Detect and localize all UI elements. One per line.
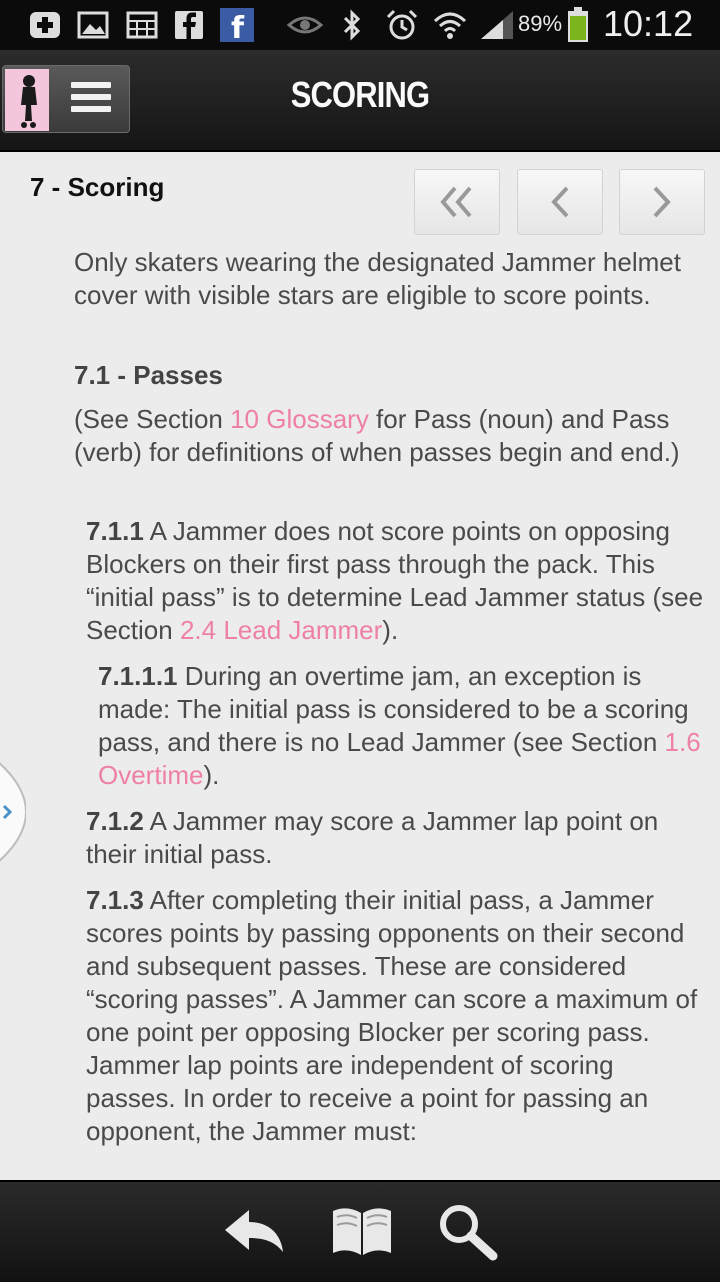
- calendar-icon: [125, 9, 159, 41]
- see-section-paragraph: (See Section 10 Glossary for Pass (noun)…: [74, 403, 716, 469]
- book-icon: [333, 1208, 391, 1255]
- battery-icon: [566, 7, 590, 42]
- page-title: SCORING: [290, 74, 430, 115]
- rule-7-1-1: 7.1.1 A Jammer does not score points on …: [86, 515, 706, 647]
- search-icon: [440, 1205, 498, 1261]
- rule-7-1-3: 7.1.3 After completing their initial pas…: [86, 884, 706, 1148]
- rule-text: During an overtime jam, an exception is …: [98, 661, 689, 757]
- rule-text: A Jammer may score a Jammer lap point on…: [86, 806, 659, 869]
- first-page-button[interactable]: [414, 169, 500, 235]
- rule-7-1-2: 7.1.2 A Jammer may score a Jammer lap po…: [86, 805, 706, 871]
- battery-percentage: 89%: [518, 11, 563, 36]
- image-icon: [76, 9, 110, 41]
- eye-icon: [286, 9, 324, 41]
- rule-7-1-1-1: 7.1.1.1 During an overtime jam, an excep…: [98, 660, 708, 792]
- next-button[interactable]: [619, 169, 705, 235]
- previous-button[interactable]: [517, 169, 603, 235]
- section-heading: 7 - Scoring: [30, 172, 165, 202]
- svg-text:f: f: [231, 11, 245, 42]
- drawer-handle[interactable]: [0, 752, 28, 872]
- back-icon: [225, 1210, 283, 1252]
- double-chevron-left-icon: [440, 186, 472, 218]
- app-logo: [5, 69, 49, 131]
- rule-number: 7.1.1: [86, 516, 144, 546]
- chevron-left-icon: [551, 186, 569, 218]
- facebook-app-icon: f: [220, 8, 254, 42]
- rule-number: 7.1.3: [86, 885, 144, 915]
- chevron-right-icon: [653, 186, 671, 218]
- rule-number: 7.1.1.1: [98, 661, 178, 691]
- rule-text-end: ).: [382, 615, 399, 645]
- contents-button[interactable]: [322, 1196, 402, 1266]
- rule-text: After completing their initial pass, a J…: [86, 885, 698, 1146]
- subsection-heading: 7.1 - Passes: [74, 360, 223, 390]
- clock: 10:12: [603, 3, 694, 44]
- rule-text-end: ).: [203, 760, 220, 790]
- rule-content[interactable]: 7 - Scoring Only skaters wearing the des…: [0, 152, 720, 1180]
- add-icon: [28, 9, 62, 41]
- alarm-icon: [384, 9, 420, 41]
- status-bar: f 89% 10:12: [0, 0, 720, 50]
- back-button[interactable]: [214, 1196, 294, 1266]
- rule-number: 7.1.2: [86, 806, 144, 836]
- wifi-icon: [430, 9, 470, 41]
- action-bar: SCORING: [0, 50, 720, 152]
- facebook-icon: [173, 9, 205, 41]
- see-section-text: (See Section: [74, 404, 231, 434]
- intro-paragraph: Only skaters wearing the designated Jamm…: [74, 247, 681, 310]
- signal-icon: [478, 9, 516, 41]
- bluetooth-icon: [338, 9, 366, 41]
- search-button[interactable]: [428, 1196, 508, 1266]
- lead-jammer-link[interactable]: 2.4 Lead Jammer: [180, 615, 382, 645]
- bottom-toolbar: [0, 1180, 720, 1282]
- glossary-link[interactable]: 10 Glossary: [230, 404, 369, 434]
